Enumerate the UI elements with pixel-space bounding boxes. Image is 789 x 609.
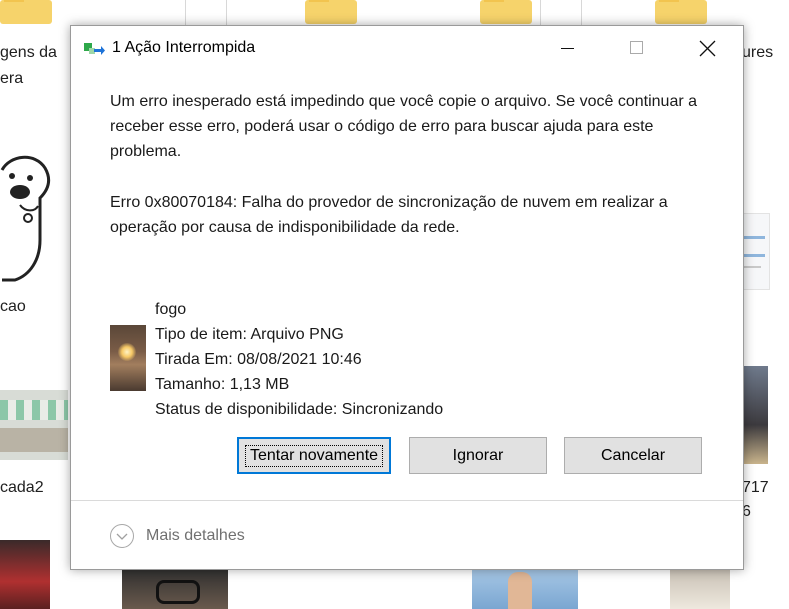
close-icon	[699, 40, 716, 57]
folder-icon[interactable]	[0, 0, 52, 24]
file-label[interactable]: era	[0, 70, 23, 88]
chevron-down-icon	[110, 524, 134, 548]
maximize-button[interactable]	[613, 26, 659, 72]
folder-icon[interactable]	[305, 0, 357, 24]
file-availability-status: Status de disponibilidade: Sincronizando	[155, 401, 444, 418]
folder-icon[interactable]	[480, 0, 532, 24]
file-details: fogo Tipo de item: Arquivo PNG Tirada Em…	[155, 297, 443, 422]
file-label[interactable]: 717	[742, 479, 769, 497]
file-label[interactable]: ures	[742, 44, 773, 62]
photo-thumbnail[interactable]	[0, 540, 50, 609]
dog-drawing-thumbnail[interactable]	[0, 150, 55, 285]
photo-thumbnail[interactable]	[122, 568, 228, 609]
photo-thumbnail[interactable]	[0, 390, 68, 460]
file-label[interactable]: cao	[0, 298, 26, 316]
folder-icon[interactable]	[655, 0, 707, 24]
file-thumbnail[interactable]	[185, 0, 227, 26]
error-code-message: Erro 0x80070184: Falha do provedor de si…	[110, 194, 668, 236]
divider	[71, 500, 743, 501]
file-thumbnail	[110, 325, 146, 391]
more-details-toggle[interactable]: Mais detalhes	[110, 523, 245, 549]
minimize-icon	[561, 48, 574, 49]
file-date-taken: Tirada Em: 08/08/2021 10:46	[155, 351, 362, 368]
ignore-button[interactable]: Ignorar	[409, 437, 547, 474]
retry-button-label: Tentar novamente	[244, 444, 384, 467]
file-size: Tamanho: 1,13 MB	[155, 376, 290, 393]
file-label[interactable]: gens da	[0, 44, 57, 62]
photo-thumbnail[interactable]	[740, 366, 768, 464]
retry-button[interactable]: Tentar novamente	[237, 437, 391, 474]
close-button[interactable]	[684, 26, 730, 72]
minimize-button[interactable]	[545, 26, 591, 72]
interrupted-action-dialog: 1 Ação Interrompida Um erro inesperado e…	[70, 25, 744, 570]
file-type: Tipo de item: Arquivo PNG	[155, 326, 344, 343]
file-label[interactable]: cada2	[0, 479, 44, 497]
file-name: fogo	[155, 301, 187, 318]
photo-thumbnail[interactable]	[472, 568, 578, 609]
maximize-icon	[630, 41, 643, 54]
more-details-label: Mais detalhes	[146, 527, 245, 544]
error-description: Um erro inesperado está impedindo que vo…	[110, 93, 698, 160]
file-thumbnail[interactable]	[540, 0, 582, 26]
photo-thumbnail[interactable]	[670, 568, 730, 609]
file-copy-icon	[83, 41, 105, 57]
cancel-button[interactable]: Cancelar	[564, 437, 702, 474]
dialog-title: 1 Ação Interrompida	[112, 39, 256, 56]
title-bar[interactable]: 1 Ação Interrompida	[71, 26, 743, 72]
